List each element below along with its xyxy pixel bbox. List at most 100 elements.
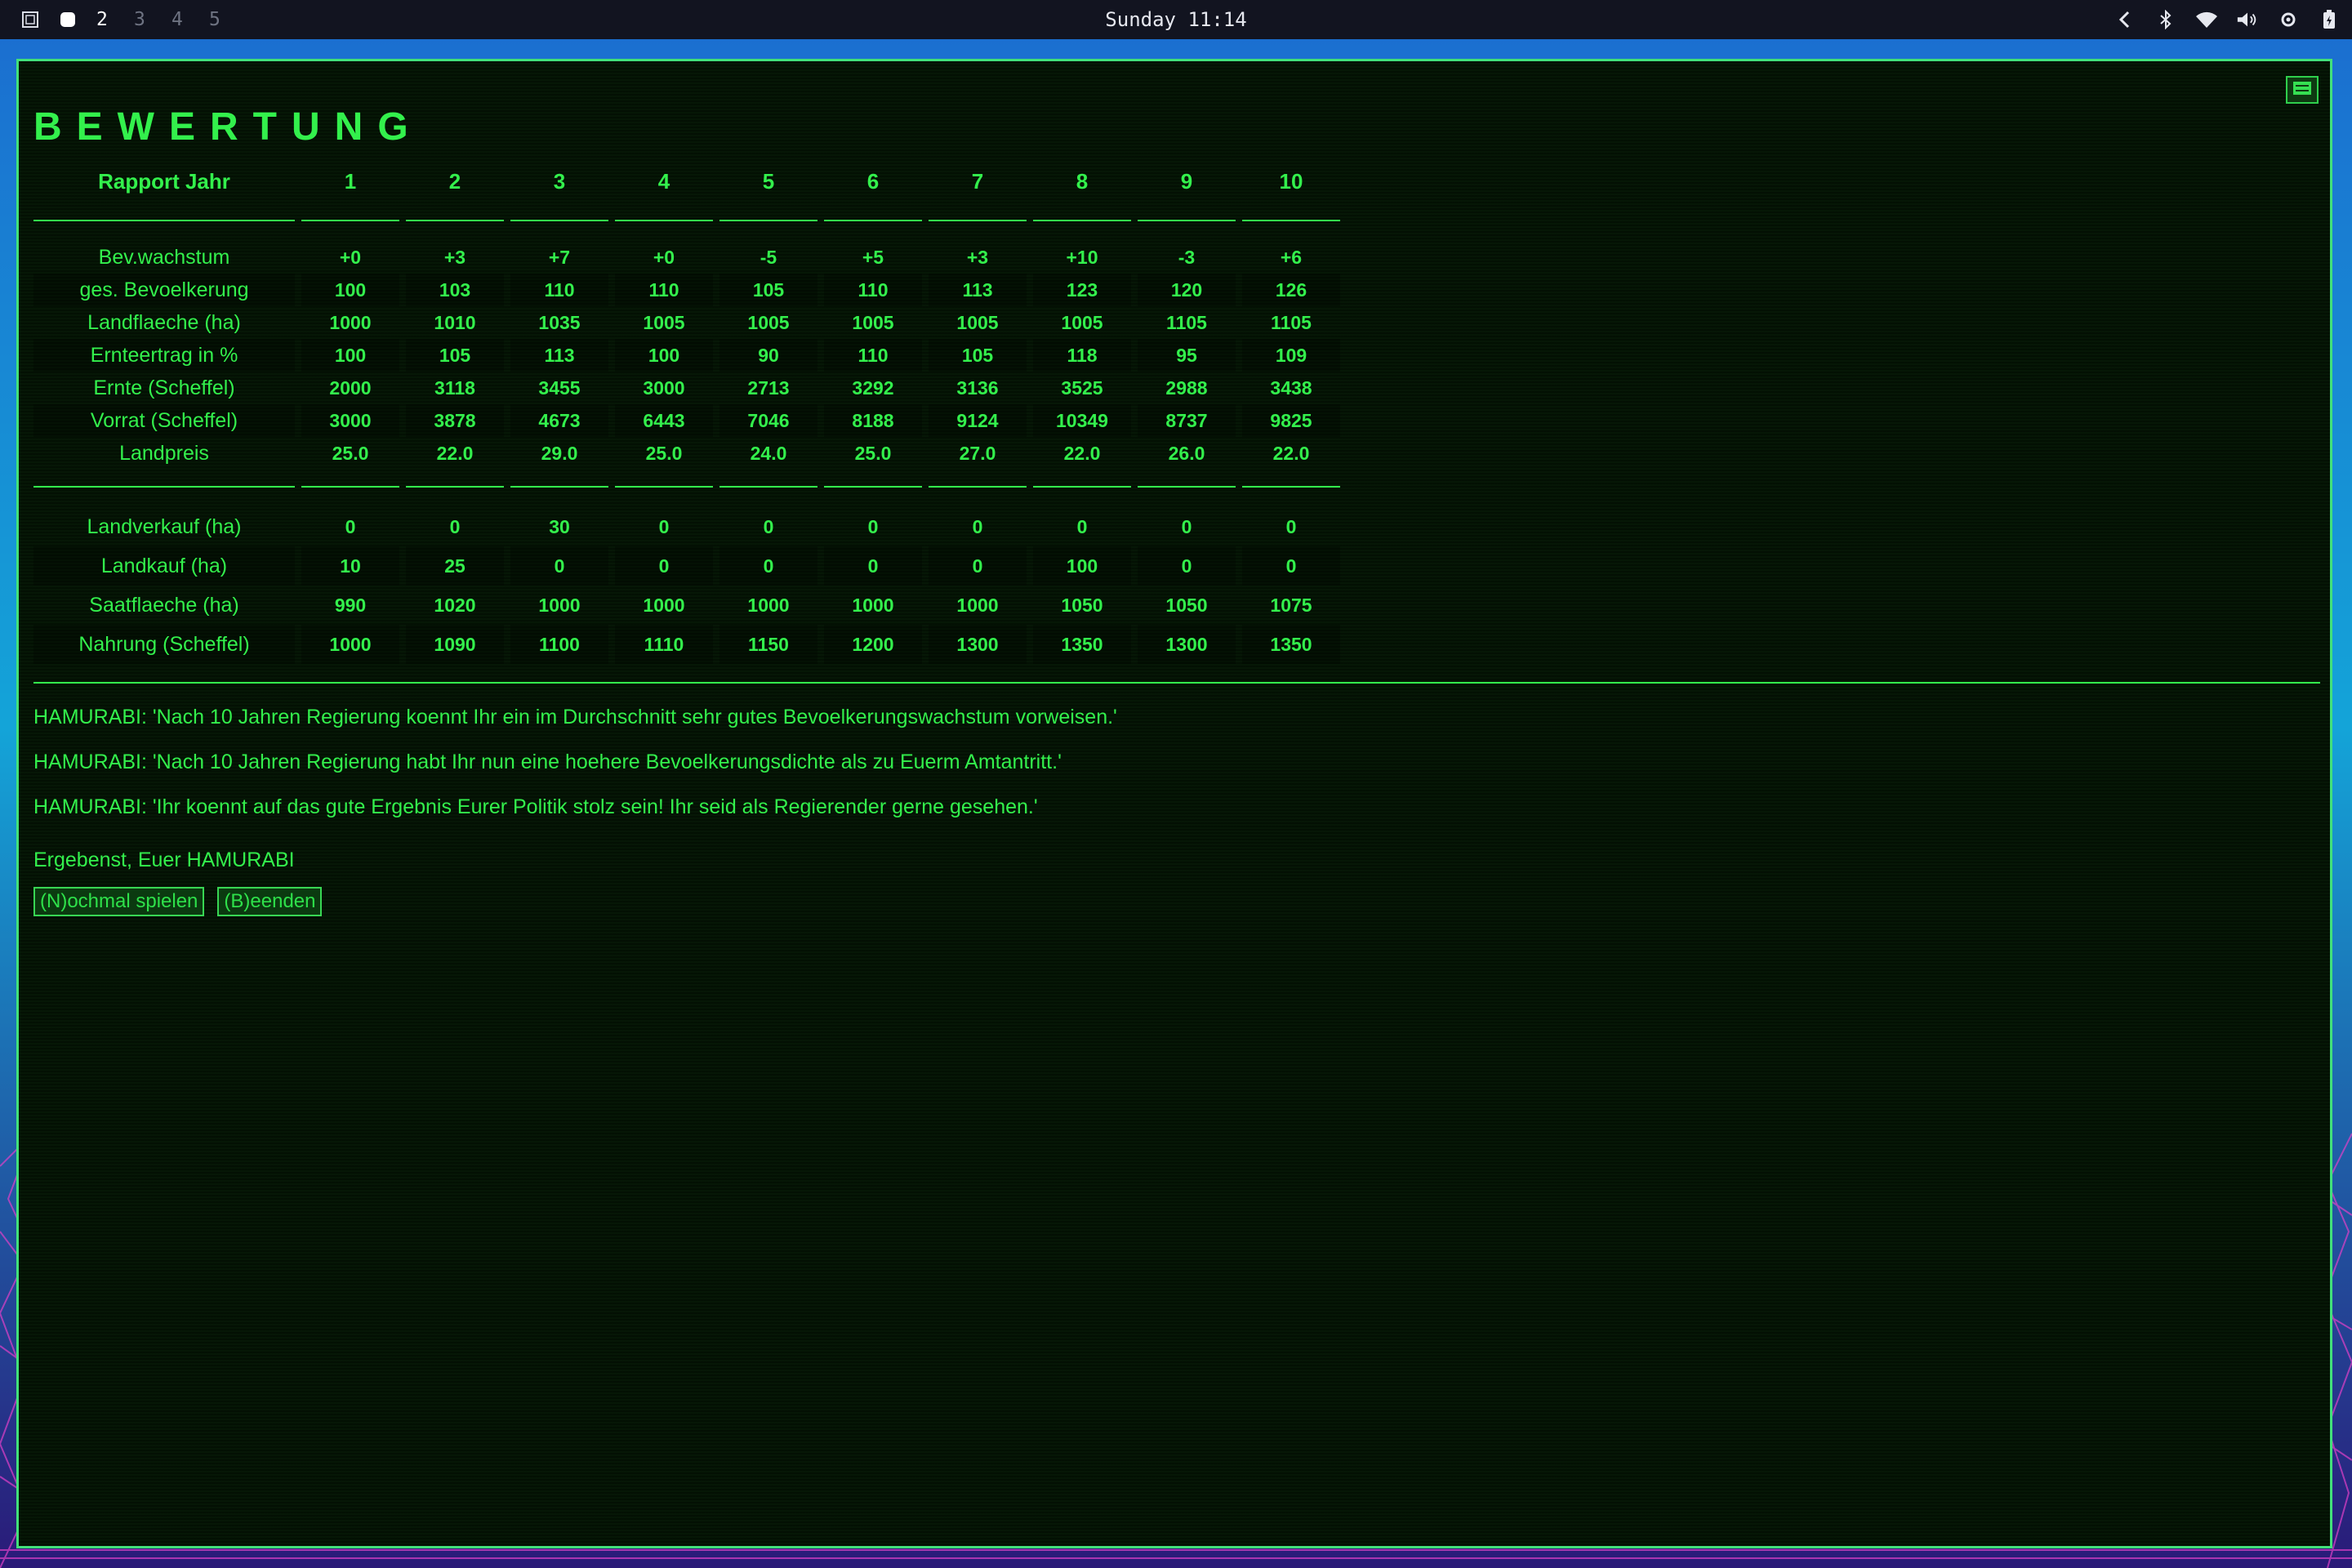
separator-cell — [1242, 470, 1340, 494]
table-cell: 1005 — [643, 311, 685, 333]
table-cell: 1000 — [329, 311, 372, 333]
table-cell: 1050 — [1165, 594, 1208, 616]
table-row: Bev.wachstum +0 +3 +7 +0 -5 +5 +3 +10 -3 +6 — [33, 241, 1340, 274]
table-cell: 3000 — [643, 376, 685, 399]
table-row: Landverkauf (ha) 0 0 30 0 0 0 0 0 0 0 — [33, 507, 1340, 546]
clock-text[interactable]: Sunday 11:14 — [1105, 8, 1246, 31]
table-cell: 0 — [719, 546, 817, 586]
spacer-cell — [33, 494, 1340, 507]
message-list: HAMURABI: 'Nach 10 Jahren Regierung koen… — [33, 695, 2320, 830]
table-cell: 26.0 — [1168, 442, 1205, 464]
wifi-icon[interactable] — [2195, 8, 2218, 31]
top-panel: 2 3 4 5 Sunday 11:14 — [0, 0, 2352, 39]
quit-button[interactable]: (B)eenden — [217, 887, 323, 916]
table-cell: 3525 — [1061, 376, 1103, 399]
row-label: Saatflaeche (ha) — [89, 593, 239, 617]
table-cell: 90 — [719, 339, 817, 372]
system-tray — [2096, 0, 2341, 39]
menu-button[interactable] — [2286, 76, 2319, 104]
separator-line — [929, 210, 1027, 221]
table-cell: 3455 — [538, 376, 581, 399]
bluetooth-icon[interactable] — [2154, 8, 2177, 31]
separator-line — [1033, 210, 1131, 221]
table-cell: 6443 — [615, 404, 713, 437]
separator-line — [301, 476, 399, 488]
table-cell: 1005 — [747, 311, 790, 333]
table-cell: 25.0 — [332, 442, 369, 464]
table-cell: 0 — [615, 546, 713, 586]
separator-line — [510, 476, 608, 488]
table-cell: 0 — [1181, 515, 1192, 537]
separator-cell — [1033, 203, 1131, 228]
table-cell: 8188 — [824, 404, 922, 437]
play-again-button[interactable]: (N)ochmal spielen — [33, 887, 205, 916]
message-2: HAMURABI: 'Nach 10 Jahren Regierung habt… — [33, 751, 1062, 773]
settings-icon[interactable] — [2277, 8, 2300, 31]
separator-cell — [615, 470, 713, 494]
table-cell: 95 — [1138, 339, 1236, 372]
workspace-dot-icon[interactable] — [59, 11, 77, 29]
table-cell: 2713 — [747, 376, 790, 399]
table-cell: +6 — [1280, 246, 1303, 268]
table-cell: 3878 — [406, 404, 504, 437]
spacer-cell — [33, 228, 1340, 241]
window-switcher-icon[interactable] — [21, 11, 39, 29]
separator-cell — [1138, 203, 1236, 228]
table-cell: 7046 — [719, 404, 817, 437]
table-cell: +0 — [339, 246, 362, 268]
separator-cell — [301, 470, 399, 494]
table-cell: 1000 — [643, 594, 685, 616]
separator-line — [615, 210, 713, 221]
row-label: Landpreis — [119, 441, 209, 465]
table-cell: 1035 — [538, 311, 581, 333]
row-label: ges. Bevoelkerung — [33, 274, 295, 306]
separator-line — [824, 476, 922, 488]
battery-icon[interactable] — [2318, 8, 2341, 31]
chevron-left-icon[interactable] — [2114, 8, 2136, 31]
table-cell: 100 — [301, 274, 399, 306]
workspace-2[interactable]: 2 — [96, 9, 134, 30]
header-label: Rapport Jahr — [98, 168, 230, 194]
separator-cell — [1033, 470, 1131, 494]
table-cell: +3 — [443, 246, 466, 268]
table-cell: 103 — [406, 274, 504, 306]
separator-line — [406, 210, 504, 221]
table-cell: 3292 — [852, 376, 894, 399]
table-cell: 1110 — [615, 625, 713, 664]
spacer-row — [33, 494, 1340, 507]
workspace-3[interactable]: 3 — [134, 9, 172, 30]
table-cell: 1000 — [956, 594, 999, 616]
header-year: 5 — [762, 168, 775, 194]
table-cell: +7 — [548, 246, 571, 268]
table-cell: 2000 — [329, 376, 372, 399]
table-cell: 10 — [301, 546, 399, 586]
separator-cell — [719, 203, 817, 228]
table-row: Landkauf (ha) 10 25 0 0 0 0 0 100 0 0 — [33, 546, 1340, 586]
table-row: Vorrat (Scheffel) 3000 3878 4673 6443 7046 818… — [33, 404, 1340, 437]
workspace-5[interactable]: 5 — [209, 9, 247, 30]
table-cell: 0 — [345, 515, 356, 537]
table-cell: 9124 — [929, 404, 1027, 437]
table-cell: 110 — [824, 274, 922, 306]
header-year: 10 — [1279, 168, 1303, 194]
table-cell: 109 — [1242, 339, 1340, 372]
row-label: Bev.wachstum — [98, 245, 230, 269]
separator-line — [615, 476, 713, 488]
separator-line — [929, 476, 1027, 488]
table-cell: -5 — [760, 246, 777, 268]
workspace-4[interactable]: 4 — [172, 9, 209, 30]
separator-cell — [1242, 203, 1340, 228]
table-cell: 126 — [1242, 274, 1340, 306]
table-cell: 118 — [1033, 339, 1131, 372]
table-cell: 22.0 — [436, 442, 474, 464]
table-cell: 0 — [1076, 515, 1088, 537]
separator-cell — [929, 470, 1027, 494]
table-row: Nahrung (Scheffel) 1000 1090 1100 1110 1150 12… — [33, 625, 1340, 664]
row-label: Landverkauf (ha) — [87, 514, 242, 538]
separator-line — [824, 210, 922, 221]
volume-icon[interactable] — [2236, 8, 2259, 31]
table-row: ges. Bevoelkerung 100 103 110 110 105 110 113 12… — [33, 274, 1340, 306]
separator-line — [1033, 476, 1131, 488]
table-cell: 0 — [972, 515, 983, 537]
table-cell: 0 — [658, 515, 670, 537]
